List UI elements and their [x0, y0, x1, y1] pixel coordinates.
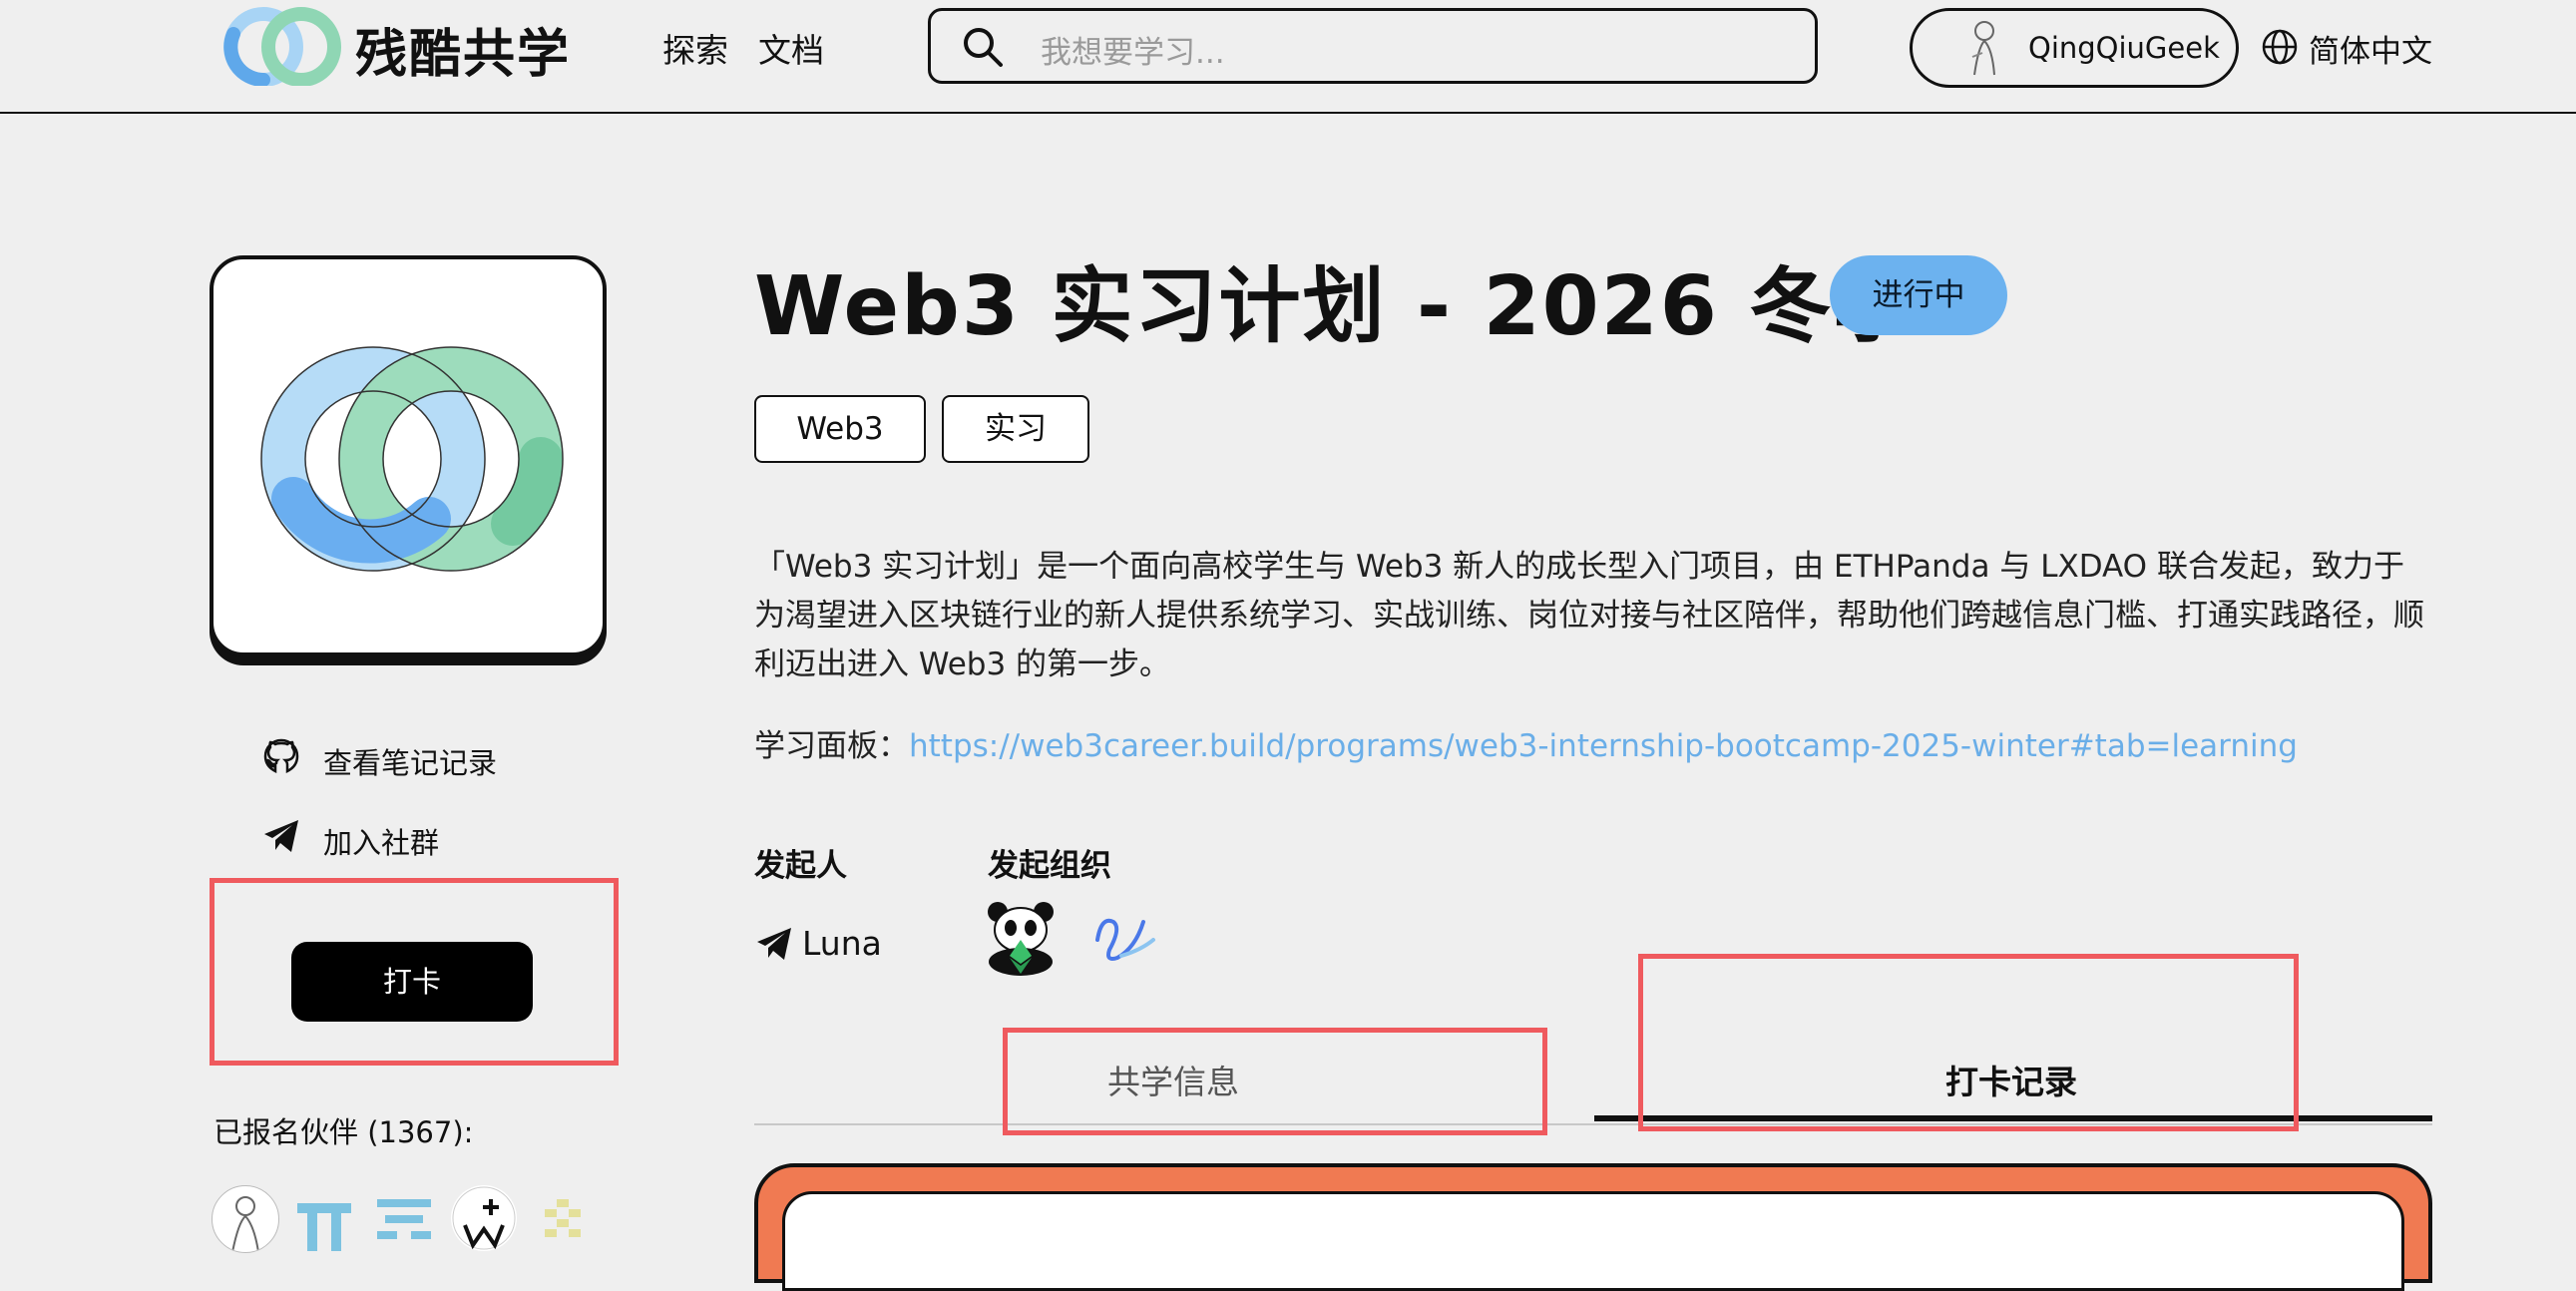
- lxdao-logo[interactable]: [1091, 910, 1159, 966]
- telegram-icon: [264, 820, 298, 852]
- logo-icon[interactable]: [219, 4, 347, 86]
- status-badge: 进行中: [1830, 255, 2007, 335]
- globe-icon[interactable]: [2261, 28, 2299, 66]
- learning-board-link[interactable]: https://web3career.build/programs/web3-i…: [909, 728, 2298, 764]
- member-avatar[interactable]: [451, 1185, 517, 1251]
- user-menu-button[interactable]: QingQiuGeek: [1910, 8, 2239, 88]
- language-selector[interactable]: 简体中文: [2309, 26, 2432, 71]
- nav-explore[interactable]: 探索: [662, 24, 728, 72]
- program-cover-image: [210, 255, 607, 656]
- highlight-box-study-info-tab: [1003, 1028, 1547, 1135]
- initiator-name[interactable]: Luna: [802, 924, 882, 963]
- checkin-button[interactable]: 打卡: [291, 942, 533, 1022]
- community-link-label: 加入社群: [323, 826, 440, 860]
- initiator-heading: 发起人: [754, 848, 847, 884]
- nav-docs[interactable]: 文档: [758, 24, 824, 72]
- learning-board: 学习面板：https://web3career.build/programs/w…: [754, 720, 2298, 765]
- program-description: 「Web3 实习计划」是一个面向高校学生与 Web3 新人的成长型入门项目，由 …: [754, 549, 2424, 682]
- search-input[interactable]: 我想要学习...: [1041, 27, 1225, 72]
- search-bar[interactable]: 我想要学习...: [928, 8, 1818, 84]
- member-avatar[interactable]: [291, 1185, 357, 1251]
- member-avatar[interactable]: [531, 1185, 597, 1251]
- tag-web3[interactable]: Web3: [754, 395, 926, 463]
- ethpanda-logo[interactable]: [984, 900, 1058, 976]
- program-title: Web3 实习计划 - 2026 冬季: [754, 259, 1918, 354]
- user-name: QingQiuGeek: [2028, 31, 2220, 65]
- tag-internship[interactable]: 实习: [942, 395, 1089, 463]
- learning-board-label: 学习面板：: [754, 728, 909, 764]
- members-count: 已报名伙伴 (1367):: [214, 1115, 474, 1149]
- highlight-box-checkin-tab: [1638, 954, 2299, 1131]
- checkin-card-body: [782, 1191, 2404, 1291]
- user-avatar: [1971, 21, 1995, 76]
- organization-heading: 发起组织: [988, 848, 1111, 884]
- search-icon: [964, 28, 1003, 67]
- telegram-icon: [757, 928, 791, 960]
- github-icon: [263, 738, 299, 774]
- notes-link-label: 查看笔记记录: [323, 746, 498, 780]
- top-header: 残酷共学 探索 文档 我想要学习... QingQiuGeek 简体中文: [0, 0, 2576, 114]
- member-avatar[interactable]: [371, 1185, 437, 1251]
- brand-name[interactable]: 残酷共学: [355, 12, 571, 87]
